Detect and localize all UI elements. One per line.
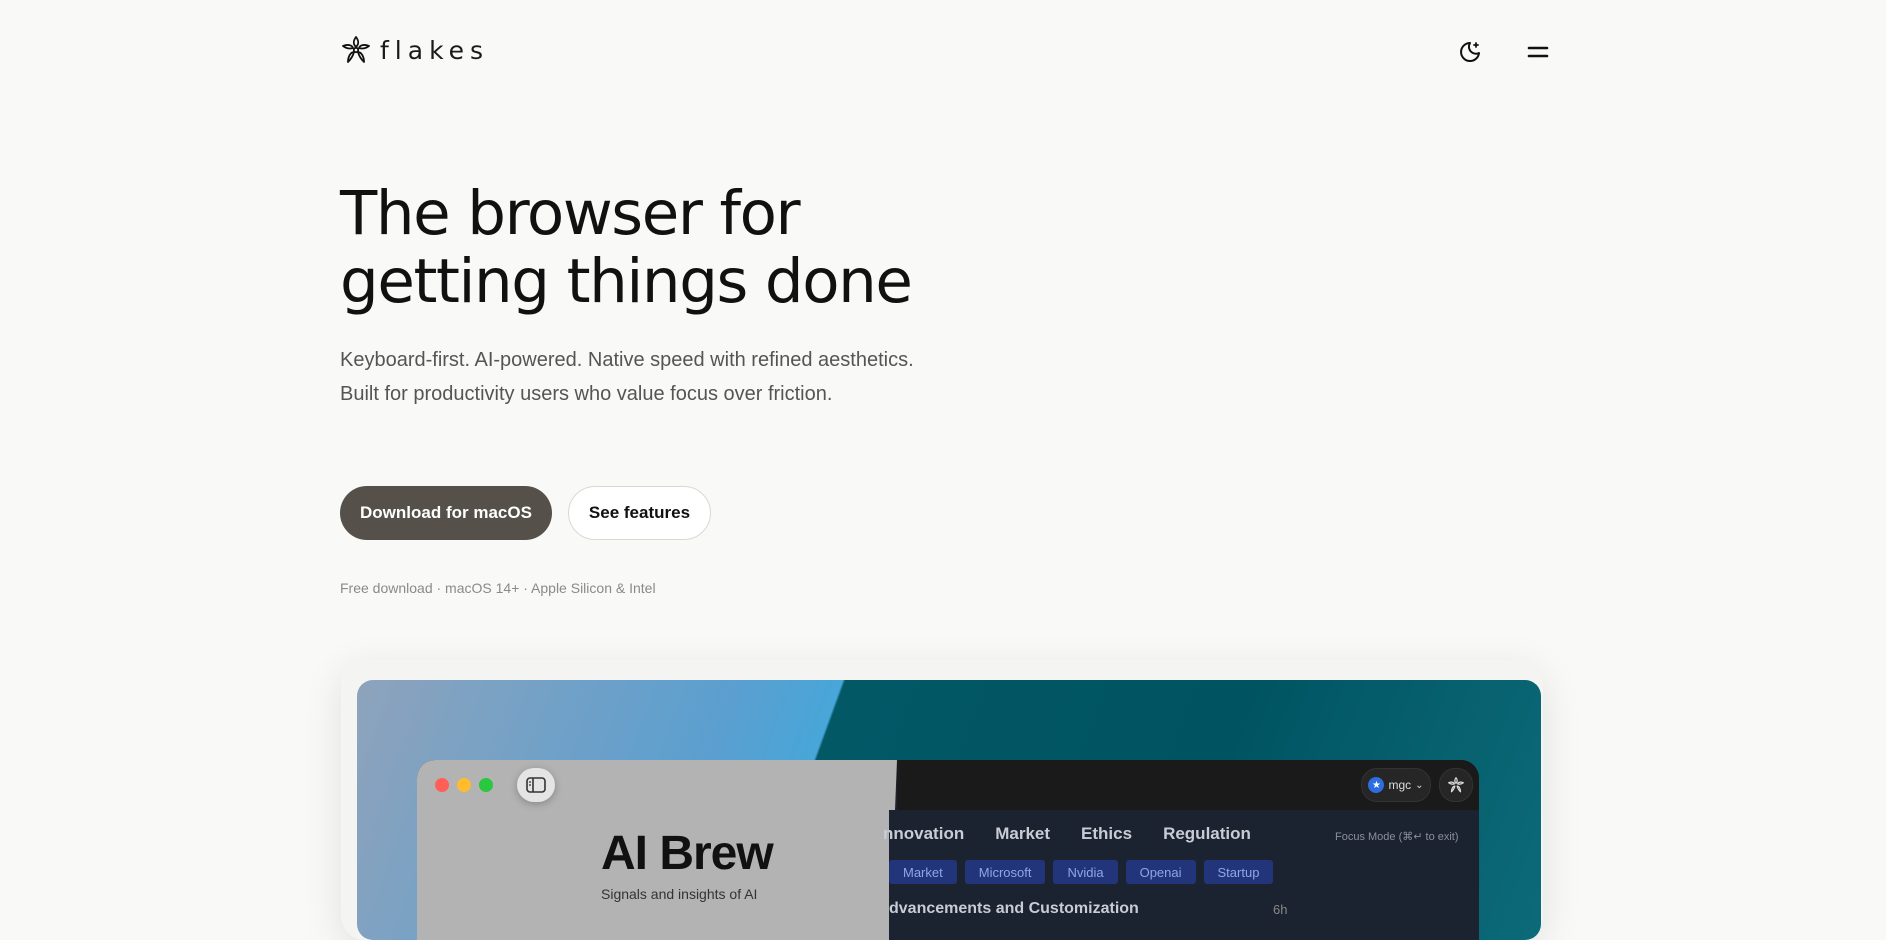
sidebar-icon (526, 777, 546, 793)
tag-list: Market Microsoft Nvidia Openai Startup (889, 860, 1274, 884)
tab-market[interactable]: Market (995, 824, 1050, 844)
moon-sparkle-icon (1460, 42, 1480, 62)
profile-label: mgc (1388, 778, 1412, 792)
menu-icon (1527, 46, 1549, 58)
hero-section: The browser for getting things done (340, 180, 960, 316)
zoom-window-dot[interactable] (479, 778, 493, 792)
see-features-button[interactable]: See features (567, 486, 712, 540)
preview-page-subtitle: Signals and insights of AI (601, 886, 758, 902)
tab-ethics[interactable]: Ethics (1081, 824, 1132, 844)
headline-line-1: The browser for (340, 178, 801, 249)
tag-market[interactable]: Market (889, 860, 957, 884)
tag-startup[interactable]: Startup (1203, 860, 1274, 884)
brand-logo[interactable]: flakes (340, 34, 489, 66)
minimize-window-dot[interactable] (457, 778, 471, 792)
sidebar-toggle-button[interactable] (517, 768, 555, 802)
download-fineprint: Free download · macOS 14+ · Apple Silico… (340, 580, 656, 596)
product-screenshot: AI Brew Signals and insights of AI ★ mgc… (357, 680, 1541, 940)
preview-page-title: AI Brew (601, 827, 774, 880)
hero-headline: The browser for getting things done (340, 180, 960, 316)
browser-window-preview: AI Brew Signals and insights of AI ★ mgc… (417, 760, 1479, 940)
top-nav: flakes (340, 34, 1550, 70)
article-age: 6h (1273, 902, 1288, 917)
tag-openai[interactable]: Openai (1125, 860, 1196, 884)
flake-logo-icon (342, 36, 370, 63)
tag-nvidia[interactable]: Nvidia (1053, 860, 1118, 884)
cta-group: Download for macOS See features (340, 486, 712, 540)
close-window-dot[interactable] (435, 778, 449, 792)
article-title[interactable]: dvancements and Customization (889, 900, 1139, 918)
hero-subtext: Keyboard-first. AI-powered. Native speed… (340, 349, 914, 405)
profile-switcher[interactable]: ★ mgc ⌄ (1361, 768, 1431, 802)
chevron-down-icon: ⌄ (1415, 779, 1424, 791)
flake-icon (1448, 777, 1464, 793)
tab-regulation[interactable]: Regulation (1163, 824, 1251, 844)
flake-menu-button[interactable] (1439, 768, 1473, 802)
download-macos-button[interactable]: Download for macOS (340, 486, 552, 540)
star-icon: ★ (1368, 777, 1385, 793)
menu-button[interactable] (1524, 38, 1552, 66)
theme-toggle-button[interactable] (1456, 38, 1484, 66)
tab-innovation[interactable]: nnovation (883, 824, 964, 844)
brand-name: flakes (380, 35, 490, 65)
category-tabs: nnovation Market Ethics Regulation (883, 824, 1251, 844)
focus-mode-hint: Focus Mode (⌘↵ to exit) (1335, 831, 1459, 843)
tag-microsoft[interactable]: Microsoft (964, 860, 1046, 884)
headline-line-2: getting things done (340, 246, 913, 317)
